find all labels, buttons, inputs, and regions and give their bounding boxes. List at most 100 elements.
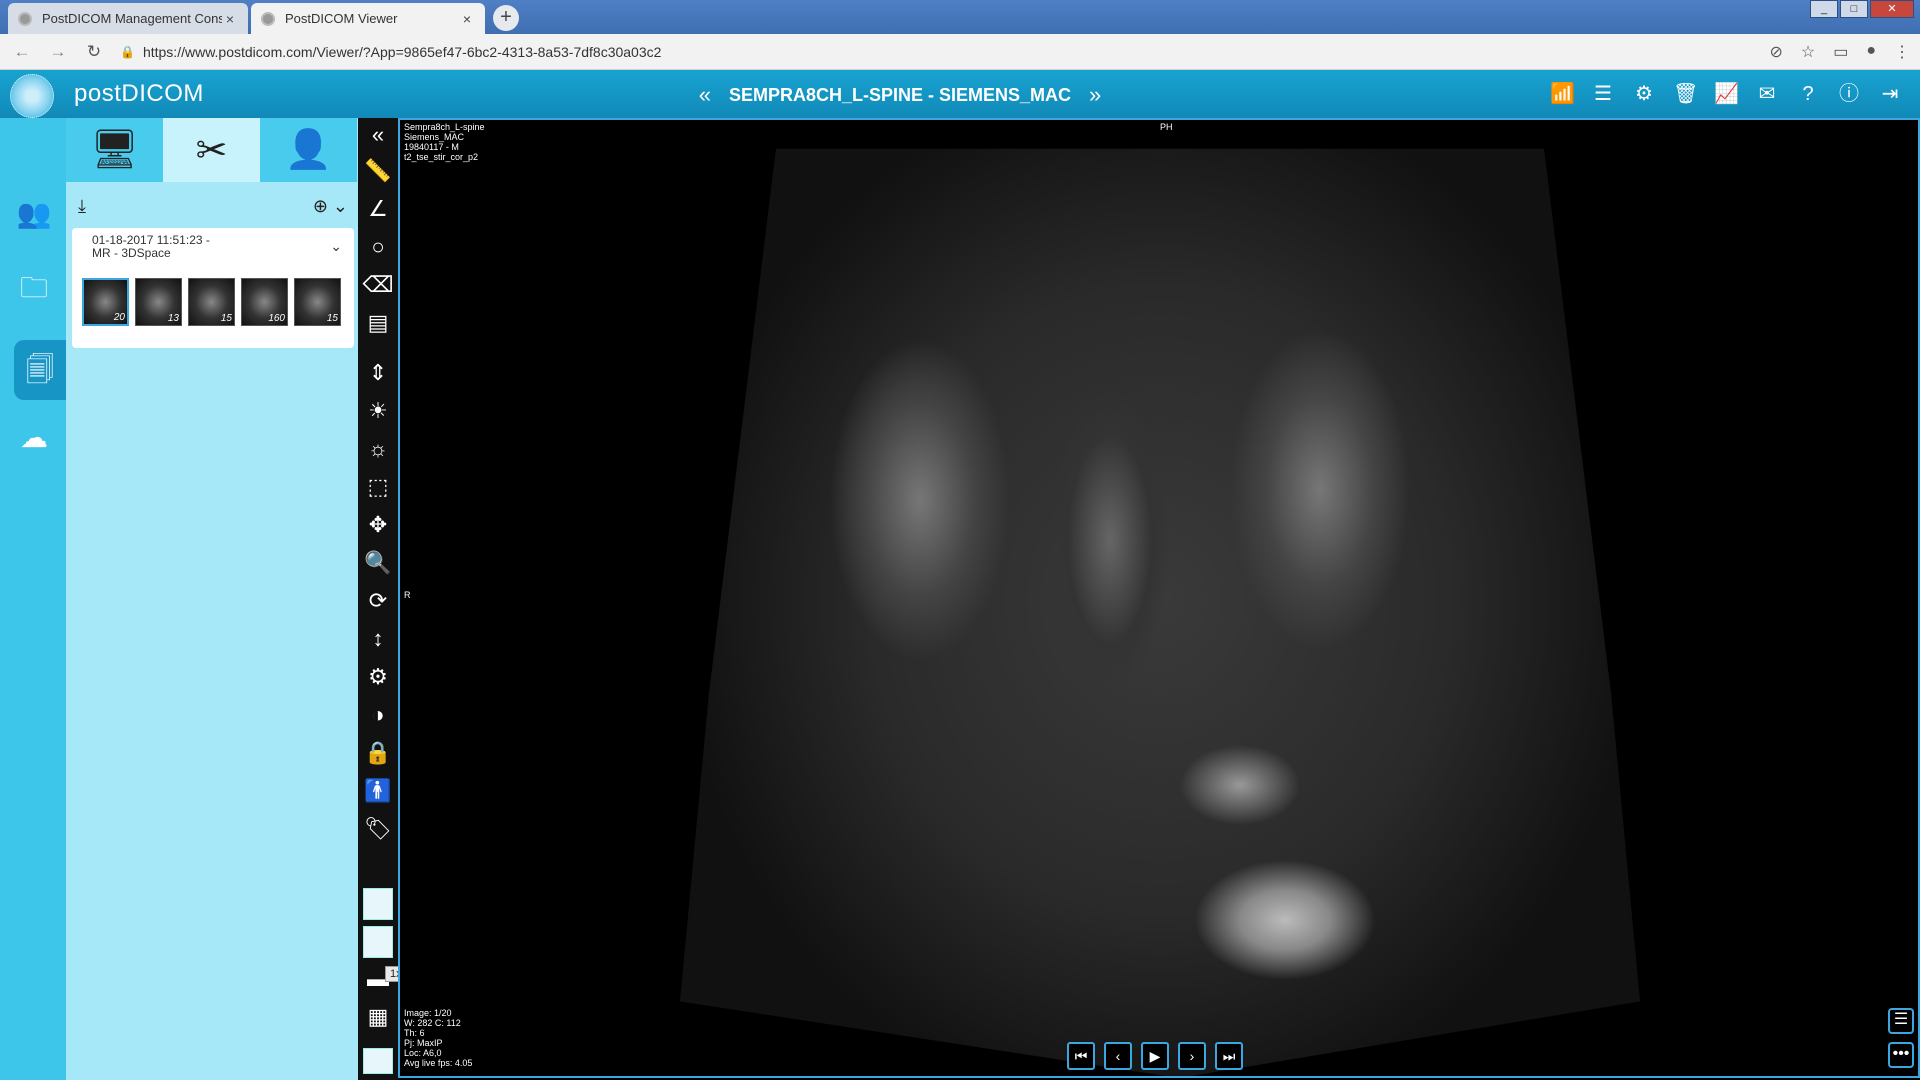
body-icon[interactable]: 🚹 — [362, 776, 394, 806]
back-icon[interactable]: ← — [8, 42, 36, 62]
study-title: SEMPRA8CH_L-SPINE - SIEMENS_MAC — [728, 84, 1072, 105]
playback-controls: ⏮ ‹ ▶ › ⏭ — [1067, 1042, 1243, 1070]
wifi-icon[interactable]: 📶 — [1550, 82, 1575, 106]
delete-icon[interactable]: 🗑 — [1673, 82, 1698, 106]
zoom-icon[interactable]: 🔍 — [362, 548, 394, 578]
more-icon[interactable]: ••• — [1888, 1042, 1914, 1068]
cast-icon[interactable]: ▭ — [1833, 42, 1848, 62]
browser-tab-bar: PostDICOM Management Conso × PostDICOM V… — [0, 0, 1920, 34]
info-line: Siemens_MAC — [404, 132, 465, 142]
rotate-icon[interactable]: ⟳ — [362, 586, 394, 616]
image-viewport[interactable]: Sempra8ch_L-spine Siemens_MAC 19840117 -… — [398, 118, 1920, 1078]
patients-icon[interactable]: 👥 — [14, 194, 54, 234]
pan-icon[interactable]: ✥ — [362, 510, 394, 540]
chevron-down-icon[interactable]: ⌄ — [330, 238, 342, 255]
tab-management-console[interactable]: PostDICOM Management Conso × — [8, 3, 248, 34]
first-frame-icon[interactable]: ⏮ — [1067, 1042, 1095, 1070]
tab-viewer[interactable]: PostDICOM Viewer × — [251, 3, 485, 34]
header-actions: 📶 ☰ ⚙ 🗑 📈 ✉ ? ⓘ ⇥ — [1550, 82, 1902, 106]
eraser-icon[interactable]: ⌫ — [362, 270, 394, 300]
stack-scroll-icon[interactable]: ⇕ — [362, 358, 394, 388]
favicon-icon — [261, 11, 275, 26]
brightness-icon[interactable]: ☀ — [362, 396, 394, 426]
mail-icon[interactable]: ✉ — [1755, 82, 1779, 106]
previous-study-icon[interactable]: « — [699, 82, 711, 108]
series-thumbnail[interactable]: 15 — [188, 278, 235, 326]
info-line: Loc: A6,0 — [404, 1048, 442, 1058]
new-tab-button[interactable]: + — [493, 5, 519, 31]
folder-icon[interactable]: 🗀 — [14, 268, 54, 308]
favicon-icon — [18, 11, 32, 26]
settings-icon[interactable]: ⚙ — [1632, 82, 1656, 106]
layout-1x1-button[interactable] — [363, 888, 393, 920]
annotation-icon[interactable]: ▤ — [362, 308, 394, 338]
url-text: https://www.postdicom.com/Viewer/?App=98… — [142, 43, 662, 60]
previous-frame-icon[interactable]: ‹ — [1104, 1042, 1132, 1070]
series-thumbnail[interactable]: 13 — [135, 278, 182, 326]
help-icon[interactable]: ? — [1796, 82, 1820, 106]
logout-icon[interactable]: ⇥ — [1878, 82, 1902, 106]
study-header: 01-18-2017 11:51:23 - MR - 3DSpace — [92, 234, 210, 260]
next-frame-icon[interactable]: › — [1178, 1042, 1206, 1070]
roi-brightness-icon[interactable]: ☼ — [362, 434, 394, 464]
info-icon[interactable]: ⓘ — [1837, 82, 1861, 106]
series-count: 160 — [268, 313, 285, 324]
url-field[interactable]: 🔒 https://www.postdicom.com/Viewer/?App=… — [120, 44, 661, 60]
close-window-button[interactable]: ✕ — [1870, 0, 1914, 18]
blocked-icon[interactable]: ⊘ — [1769, 42, 1782, 62]
star-icon[interactable]: ☆ — [1801, 42, 1815, 62]
series-thumbnail[interactable]: 160 — [241, 278, 288, 326]
tab-label: PostDICOM Viewer — [285, 11, 398, 26]
user-icon[interactable]: 👤 — [260, 118, 357, 182]
list-icon[interactable]: ☰ — [1888, 1008, 1914, 1034]
info-line: Pj: MaxIP — [404, 1038, 443, 1048]
collapse-icon[interactable]: « — [362, 120, 394, 150]
left-navigation: 👥 🗀 🗐 ☁ — [0, 118, 66, 1080]
tools-icon[interactable]: ✂ — [163, 118, 260, 182]
layout-2x2-icon[interactable]: ▦ — [362, 1002, 394, 1032]
sync-options-icon[interactable]: ⊕ ⌄ — [313, 196, 348, 218]
tag-icon[interactable]: 🏷 — [362, 814, 394, 844]
brand-name: postDICOM — [74, 80, 204, 107]
maximize-button[interactable]: □ — [1840, 0, 1868, 18]
series-thumbnail[interactable]: 15 — [294, 278, 341, 326]
panel-toolbar: ⤓ ⊕ ⌄ — [78, 196, 348, 218]
download-icon[interactable]: ⤓ — [78, 196, 86, 218]
series-count: 15 — [220, 313, 232, 324]
lock-icon[interactable]: 🔒 — [362, 738, 394, 768]
viewport-menu: ☰ ••• — [1888, 1008, 1914, 1068]
flip-icon[interactable]: ↕ — [362, 624, 394, 654]
ruler-icon[interactable]: 📏 — [362, 156, 394, 186]
chart-icon[interactable]: 📈 — [1714, 82, 1739, 106]
study-card[interactable]: 01-18-2017 11:51:23 - MR - 3DSpace ⌄ 20 … — [72, 228, 354, 348]
viewer-icon[interactable]: 🗐 — [14, 340, 66, 400]
reload-icon[interactable]: ↻ — [80, 42, 108, 62]
monitor-icon[interactable]: 🖥 — [66, 118, 163, 182]
upload-icon[interactable]: ☁ — [14, 418, 54, 458]
last-frame-icon[interactable]: ⏭ — [1215, 1042, 1243, 1070]
series-thumbnail[interactable]: 20 — [81, 277, 130, 327]
info-line: t2_tse_stir_cor_p2 — [404, 152, 479, 162]
account-icon[interactable]: ● — [1866, 42, 1876, 62]
sort-list-icon[interactable]: ☰ — [1591, 82, 1615, 106]
crop-icon[interactable]: ⬚ — [362, 472, 394, 502]
ellipse-icon[interactable]: ○ — [362, 232, 394, 262]
play-icon[interactable]: ▶ — [1141, 1042, 1169, 1070]
address-bar: ← → ↻ 🔒 https://www.postdicom.com/Viewer… — [0, 34, 1920, 70]
close-icon[interactable]: × — [459, 11, 475, 27]
forward-icon[interactable]: → — [44, 42, 72, 62]
close-icon[interactable]: × — [222, 11, 238, 27]
series-count: 20 — [113, 312, 125, 323]
layout-custom-button[interactable] — [363, 1048, 393, 1074]
reset-icon[interactable]: ⚙ — [362, 662, 394, 692]
address-bar-actions: ⊘ ☆ ▭ ● ⋮ — [1769, 42, 1910, 62]
orientation-left: R — [404, 590, 411, 600]
patient-info-overlay: Sempra8ch_L-spine Siemens_MAC 19840117 -… — [404, 122, 485, 162]
lock-icon: 🔒 — [120, 44, 135, 59]
invert-icon[interactable]: ◑ — [362, 700, 394, 730]
layout-1x2-button[interactable] — [363, 926, 393, 958]
menu-icon[interactable]: ⋮ — [1894, 42, 1910, 62]
angle-icon[interactable]: ∠ — [362, 194, 394, 224]
minimize-button[interactable]: _ — [1810, 0, 1838, 18]
next-study-icon[interactable]: » — [1089, 82, 1101, 108]
